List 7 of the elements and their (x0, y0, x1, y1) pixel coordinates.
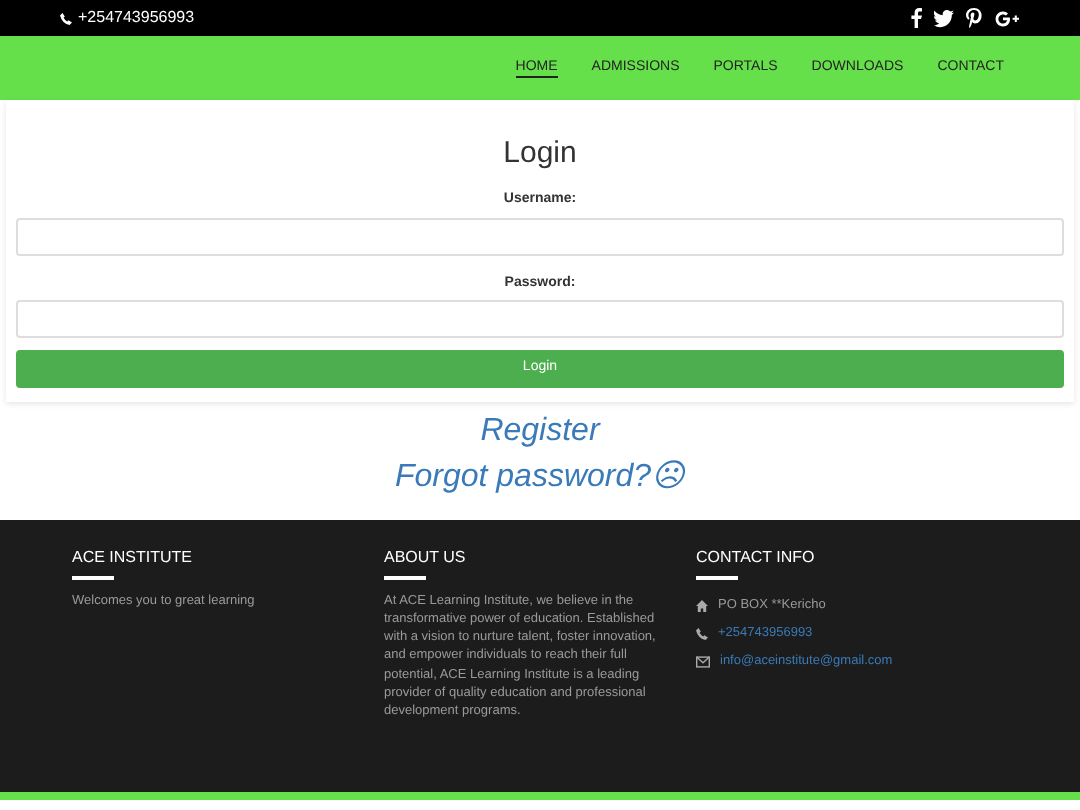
link[interactable]: Forgot password?☹ (394, 458, 686, 498)
link[interactable]: Register (480, 412, 600, 452)
phone-number: +254743956993 (78, 6, 195, 30)
footer-heading: CONTACT INFO (696, 548, 817, 568)
footer-heading: ABOUT US (384, 548, 468, 568)
form-title: Login (503, 136, 577, 172)
footer-heading: ACE INSTITUTE (72, 548, 195, 568)
